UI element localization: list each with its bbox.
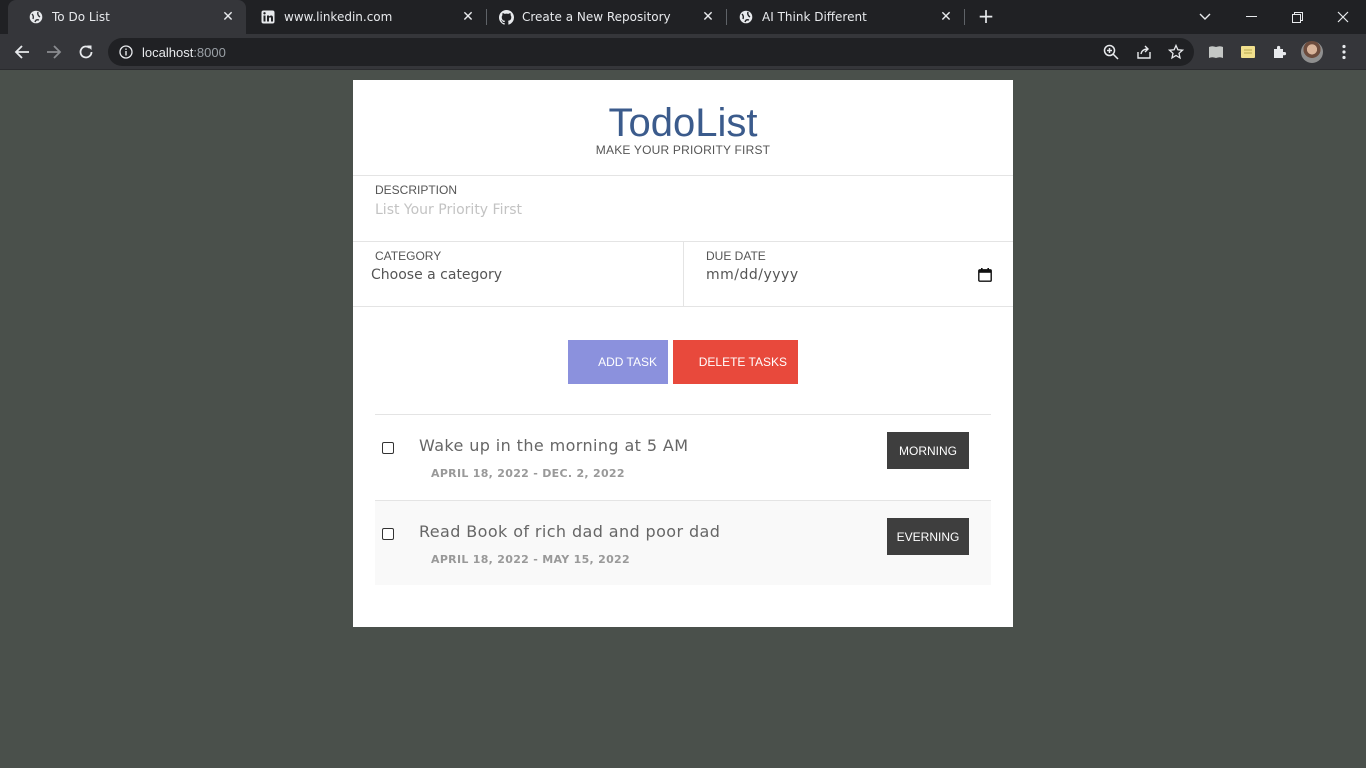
arrow-left-icon (14, 45, 29, 59)
url-host: localhost (142, 44, 194, 60)
tab-title: AI Think Different (762, 10, 867, 24)
close-tab-icon[interactable]: ✕ (936, 7, 956, 27)
tab-title: www.linkedin.com (284, 10, 393, 24)
restore-button[interactable] (1274, 0, 1320, 34)
page-title: TodoList (608, 101, 758, 145)
url-text: localhost:8000 (142, 45, 226, 60)
todo-app-card: TodoList MAKE YOUR PRIORITY FIRST DESCRI… (353, 80, 1013, 627)
task-item: Read Book of rich dad and poor dad APRIL… (375, 501, 991, 585)
page-subtitle: MAKE YOUR PRIORITY FIRST (595, 143, 771, 157)
globe-icon (28, 9, 44, 25)
due-date-field: DUE DATE mm/dd/yyyy (683, 242, 1013, 306)
tab-divider (964, 9, 965, 25)
arrow-right-icon (47, 45, 62, 59)
add-task-button[interactable]: ADD TASK (568, 340, 668, 384)
browser-tab-strip: To Do List ✕ www.linkedin.com ✕ Create a… (0, 0, 1366, 34)
tab-to-do-list[interactable]: To Do List ✕ (8, 0, 246, 34)
tab-title: Create a New Repository (522, 10, 671, 24)
tab-linkedin[interactable]: www.linkedin.com ✕ (240, 0, 486, 34)
chevron-down-icon (1199, 13, 1211, 20)
github-icon (498, 9, 514, 25)
reading-list-icon[interactable] (1206, 42, 1226, 62)
task-category-badge: EVERNING (887, 518, 969, 555)
new-tab-button[interactable]: + (976, 6, 996, 27)
restore-icon (1291, 11, 1303, 23)
close-window-button[interactable] (1320, 0, 1366, 34)
due-date-label: DUE DATE (706, 249, 766, 263)
task-description: Wake up in the morning at 5 AM (419, 436, 689, 455)
minimize-button[interactable] (1228, 0, 1274, 34)
delete-tasks-button[interactable]: DELETE TASKS (673, 340, 798, 384)
app-header: TodoList MAKE YOUR PRIORITY FIRST (353, 80, 1013, 176)
task-category-badge: MORNING (887, 432, 969, 469)
category-select[interactable]: Choose a category (371, 267, 661, 283)
reload-icon (79, 45, 93, 59)
task-item: Wake up in the morning at 5 AM APRIL 18,… (375, 415, 991, 501)
task-dates: APRIL 18, 2022 - DEC. 2, 2022 (431, 467, 625, 480)
address-bar[interactable]: localhost:8000 (108, 38, 1194, 66)
close-tab-icon[interactable]: ✕ (698, 7, 718, 27)
back-button[interactable] (9, 39, 35, 65)
action-buttons: ADD TASK DELETE TASKS (568, 340, 798, 384)
task-checkbox[interactable] (382, 528, 394, 540)
description-input[interactable] (375, 202, 975, 218)
description-label: DESCRIPTION (375, 183, 458, 197)
forward-button[interactable] (41, 39, 67, 65)
minimize-icon (1245, 16, 1257, 17)
browser-toolbar: localhost:8000 (0, 34, 1366, 70)
category-field: CATEGORY Choose a category (353, 242, 683, 306)
task-description: Read Book of rich dad and poor dad (419, 522, 721, 541)
task-list: Wake up in the morning at 5 AM APRIL 18,… (375, 414, 991, 585)
category-date-row: CATEGORY Choose a category DUE DATE mm/d… (353, 242, 1013, 307)
reload-button[interactable] (73, 39, 99, 65)
category-select-value: Choose a category (371, 267, 503, 283)
close-icon (1337, 11, 1349, 23)
close-tab-icon[interactable]: ✕ (218, 7, 238, 27)
globe-icon (738, 9, 754, 25)
more-menu-icon[interactable] (1334, 42, 1354, 62)
tab-title: To Do List (52, 10, 110, 24)
tab-search-button[interactable] (1182, 0, 1228, 34)
zoom-icon[interactable] (1101, 42, 1121, 62)
close-tab-icon[interactable]: ✕ (458, 7, 478, 27)
task-dates: APRIL 18, 2022 - MAY 15, 2022 (431, 553, 630, 566)
calendar-icon[interactable] (978, 268, 992, 282)
url-port: :8000 (193, 44, 226, 60)
due-date-value: mm/dd/yyyy (706, 267, 799, 283)
description-field: DESCRIPTION (353, 176, 1013, 242)
task-checkbox[interactable] (382, 442, 394, 454)
linkedin-icon (260, 9, 276, 25)
bookmark-star-icon[interactable] (1166, 42, 1186, 62)
tab-create-repository[interactable]: Create a New Repository ✕ (478, 0, 726, 34)
info-icon[interactable] (118, 44, 134, 60)
notes-extension-icon[interactable] (1238, 42, 1258, 62)
tab-ai-think-different[interactable]: AI Think Different ✕ (718, 0, 964, 34)
category-label: CATEGORY (375, 249, 442, 263)
extensions-puzzle-icon[interactable] (1270, 42, 1290, 62)
share-icon[interactable] (1134, 42, 1154, 62)
profile-avatar[interactable] (1301, 41, 1323, 63)
due-date-input[interactable]: mm/dd/yyyy (706, 267, 992, 283)
